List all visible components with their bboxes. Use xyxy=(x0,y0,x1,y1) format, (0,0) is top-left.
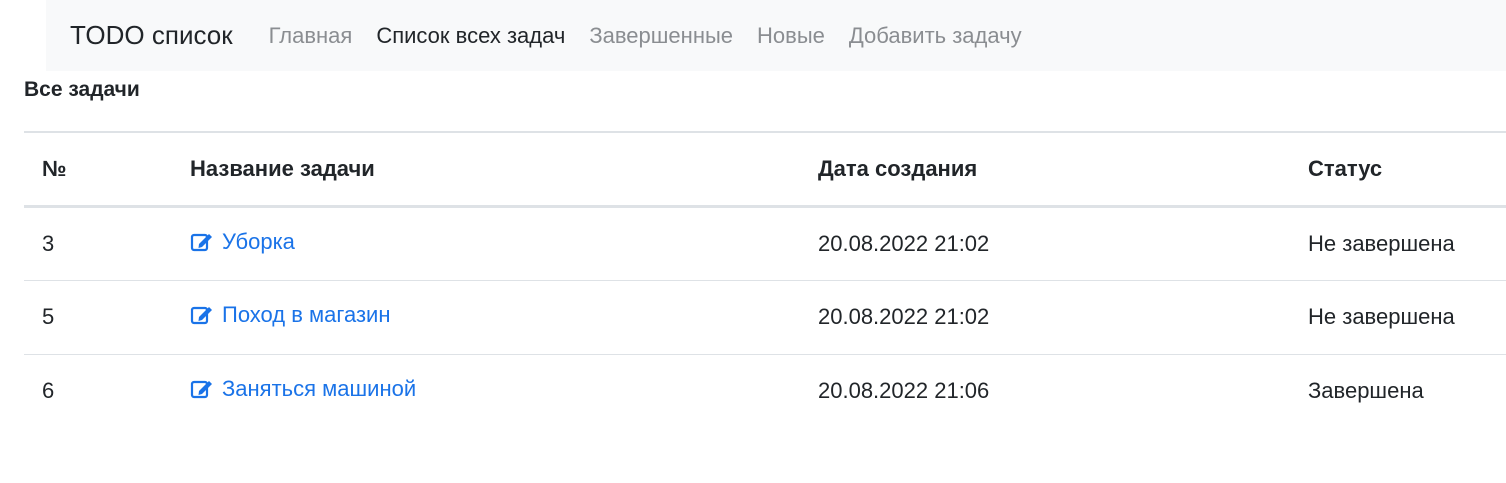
edit-icon xyxy=(190,378,214,400)
nav-link-new[interactable]: Новые xyxy=(757,23,825,49)
table-row: 5 Поход в магазин 20.08.2022 21:02 Не за… xyxy=(24,280,1506,355)
nav-link-add-task[interactable]: Добавить задачу xyxy=(849,23,1022,49)
table-header-row: № Название задачи Дата создания Статус xyxy=(24,131,1506,208)
nav-link-all-tasks[interactable]: Список всех задач xyxy=(376,23,565,49)
table-row: 3 Уборка 20.08.2022 21:02 Не завершена xyxy=(24,206,1506,281)
edit-icon xyxy=(190,304,214,326)
task-edit-link[interactable]: Заняться машиной xyxy=(190,376,416,402)
task-edit-link[interactable]: Уборка xyxy=(190,229,295,255)
task-name-cell: Поход в магазин xyxy=(172,280,800,355)
nav-link-home[interactable]: Главная xyxy=(269,23,353,49)
navbar: TODO список Главная Список всех задач За… xyxy=(46,0,1506,71)
navbar-brand[interactable]: TODO список xyxy=(70,20,233,51)
task-status: Не завершена xyxy=(1290,280,1506,355)
column-header-name: Название задачи xyxy=(172,131,800,208)
task-created: 20.08.2022 21:02 xyxy=(800,280,1290,355)
task-name: Уборка xyxy=(222,228,295,254)
task-name-cell: Уборка xyxy=(172,206,800,281)
task-name: Поход в магазин xyxy=(222,302,391,327)
task-name-cell: Заняться машиной xyxy=(172,354,800,428)
task-status: Не завершена xyxy=(1290,206,1506,281)
task-id: 5 xyxy=(24,280,172,355)
column-header-number: № xyxy=(24,131,172,208)
task-created: 20.08.2022 21:02 xyxy=(800,206,1290,281)
task-id: 3 xyxy=(24,206,172,281)
table-row: 6 Заняться машиной 20.08.2022 21:06 Заве… xyxy=(24,354,1506,428)
task-name: Заняться машиной xyxy=(222,376,417,402)
page-title: Все задачи xyxy=(24,78,140,101)
column-header-created: Дата создания xyxy=(800,131,1290,208)
task-status: Завершена xyxy=(1308,378,1424,404)
column-header-status: Статус xyxy=(1290,131,1506,208)
nav-link-completed[interactable]: Завершенные xyxy=(589,23,733,49)
tasks-table: № Название задачи Дата создания Статус 3… xyxy=(24,131,1506,428)
edit-icon xyxy=(190,231,214,253)
task-id: 6 xyxy=(42,378,55,404)
task-edit-link[interactable]: Поход в магазин xyxy=(190,302,390,328)
task-created: 20.08.2022 21:06 xyxy=(818,378,990,404)
